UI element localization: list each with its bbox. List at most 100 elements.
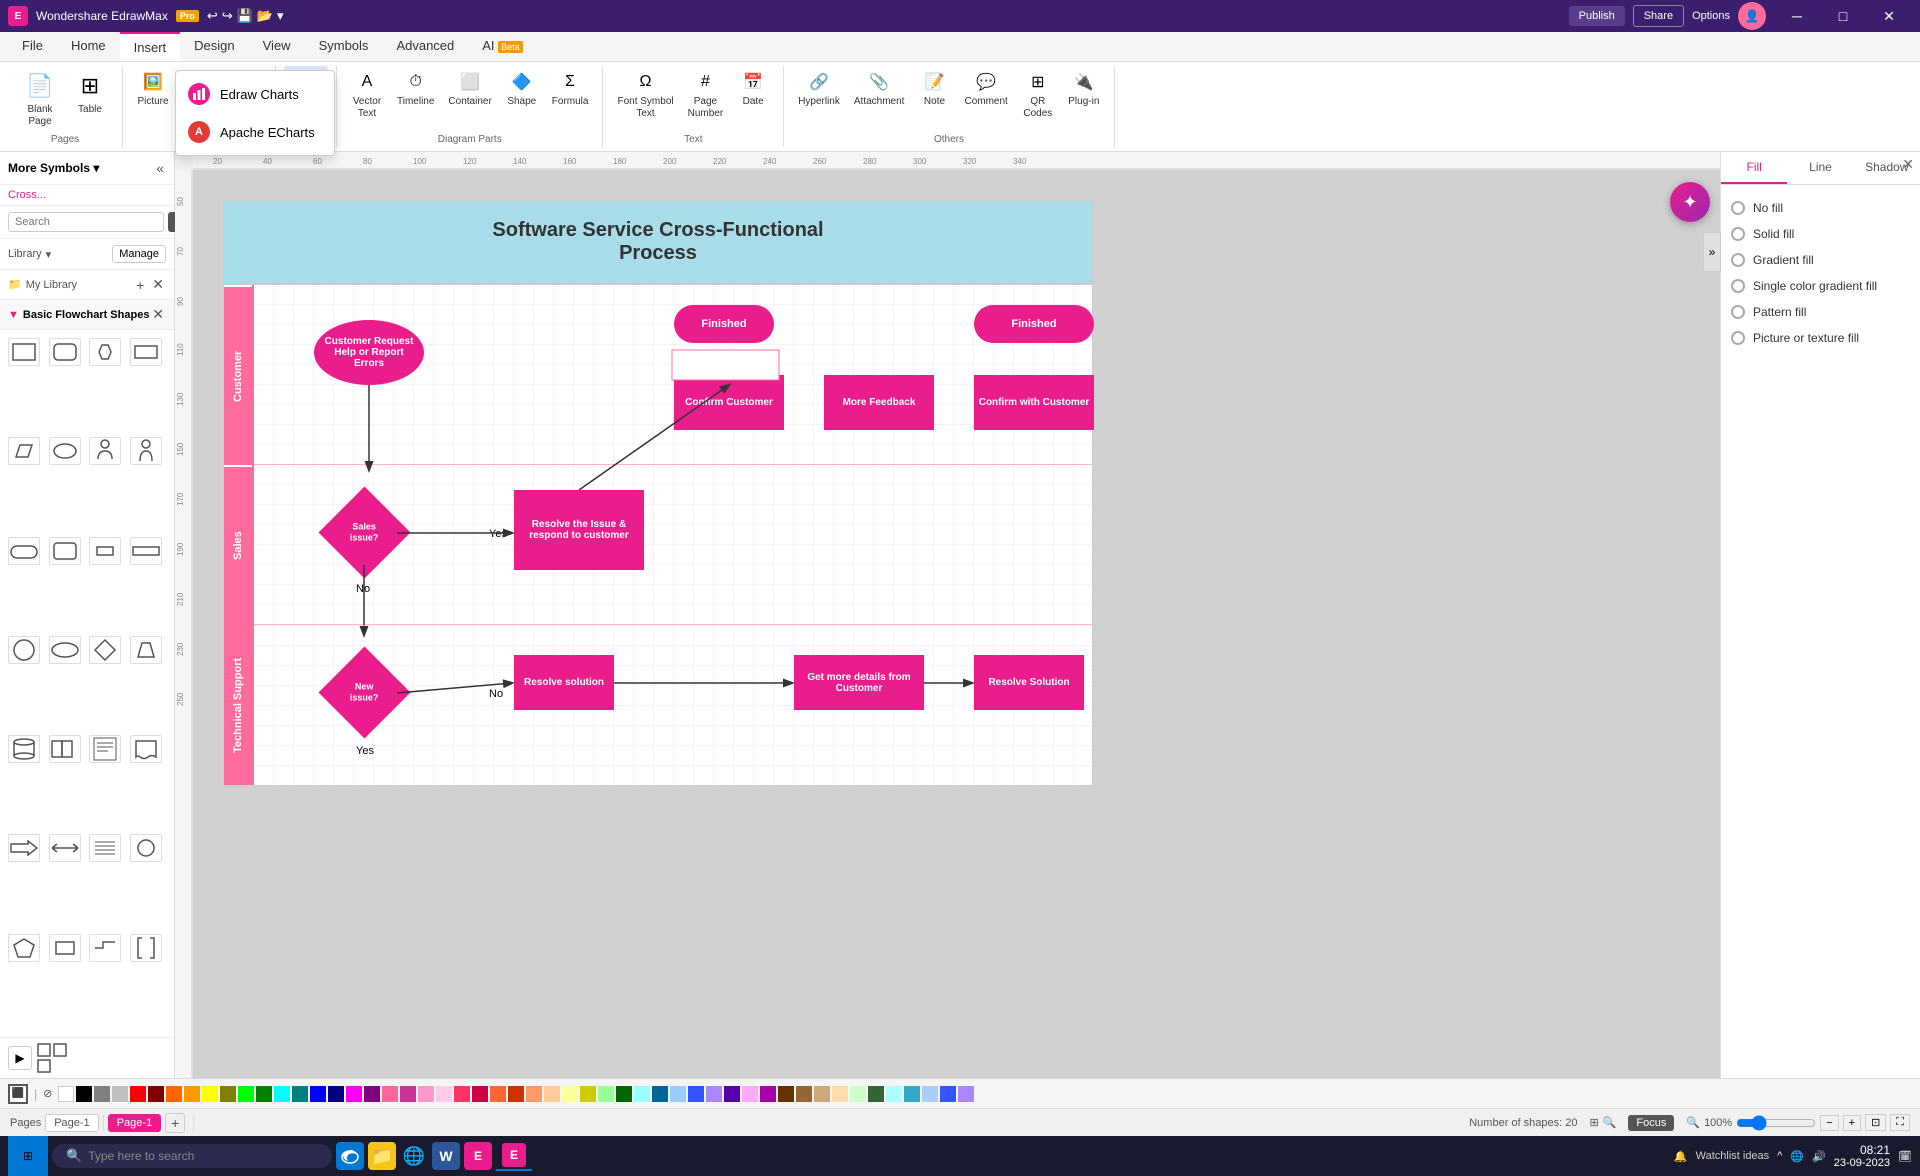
swatch-lavender[interactable]: [706, 1086, 722, 1102]
swatch-palegreen[interactable]: [850, 1086, 866, 1102]
date-button[interactable]: 📅 Date: [731, 66, 775, 112]
swatch-lightsteelblue[interactable]: [922, 1086, 938, 1102]
swatch-yellow[interactable]: [202, 1086, 218, 1102]
shape-parallelogram[interactable]: [8, 437, 40, 465]
apache-echarts-item[interactable]: A Apache ECharts: [176, 113, 334, 151]
picture-texture-radio[interactable]: [1731, 331, 1745, 345]
close-library-button[interactable]: ✕: [150, 274, 166, 295]
shape-person-outline[interactable]: [130, 437, 162, 465]
swatch-blue[interactable]: [310, 1086, 326, 1102]
publish-button[interactable]: Publish: [1569, 6, 1625, 26]
timeline-button[interactable]: ⏱ Timeline: [391, 66, 440, 112]
solid-fill-radio[interactable]: [1731, 227, 1745, 241]
swatch-pink4[interactable]: [436, 1086, 452, 1102]
transparent-swatch[interactable]: ⊘: [43, 1087, 52, 1100]
expand-left-icon[interactable]: ▶: [8, 1046, 32, 1070]
swatch-orchid2[interactable]: [760, 1086, 776, 1102]
swatch-silver[interactable]: [112, 1086, 128, 1102]
shape-bracket[interactable]: [130, 934, 162, 962]
taskbar-edge-icon[interactable]: [336, 1142, 364, 1170]
swatch-brown2[interactable]: [796, 1086, 812, 1102]
qr-codes-button[interactable]: ⊞ QRCodes: [1016, 66, 1060, 124]
shape-diamond-s[interactable]: [89, 636, 121, 664]
shape-circle[interactable]: [8, 636, 40, 664]
zoom-in-button[interactable]: +: [1843, 1115, 1861, 1131]
customer-request-shape[interactable]: Customer Request Help or Report Errors: [314, 320, 424, 385]
collapse-left-button[interactable]: «: [154, 158, 166, 178]
no-fill-option[interactable]: No fill: [1731, 195, 1910, 221]
tab-insert[interactable]: Insert: [120, 32, 181, 61]
swatch-teal[interactable]: [292, 1086, 308, 1102]
focus-button[interactable]: Focus: [1628, 1115, 1674, 1131]
swatch-red[interactable]: [130, 1086, 146, 1102]
swatch-skyblue[interactable]: [904, 1086, 920, 1102]
tab-home[interactable]: Home: [57, 32, 120, 61]
shape-ellipse[interactable]: [49, 636, 81, 664]
swatch-navy[interactable]: [328, 1086, 344, 1102]
swatch-white[interactable]: [58, 1086, 74, 1102]
add-page-button[interactable]: +: [165, 1113, 185, 1133]
edraw-charts-item[interactable]: Edraw Charts: [176, 75, 334, 113]
shape-wide-rect[interactable]: [130, 537, 162, 565]
shape-flow-line[interactable]: [89, 934, 121, 962]
tab-ai[interactable]: AI Beta: [468, 32, 536, 61]
finished-1-shape[interactable]: Finished: [674, 305, 774, 343]
swatch-tan1[interactable]: [814, 1086, 830, 1102]
options-button[interactable]: Options: [1692, 10, 1730, 22]
redo-button[interactable]: ↪: [222, 8, 233, 24]
swatch-rose2[interactable]: [472, 1086, 488, 1102]
watchlist-text[interactable]: Watchlist ideas: [1696, 1150, 1770, 1162]
shape-badge[interactable]: [8, 537, 40, 565]
shape-rectangle[interactable]: [8, 338, 40, 366]
pattern-fill-radio[interactable]: [1731, 305, 1745, 319]
my-library-item[interactable]: 📁 My Library + ✕: [0, 270, 174, 300]
open-button[interactable]: 📂: [257, 8, 273, 24]
gradient-fill-option[interactable]: Gradient fill: [1731, 247, 1910, 273]
tab-symbols[interactable]: Symbols: [305, 32, 383, 61]
swatch-coral1[interactable]: [490, 1086, 506, 1102]
maximize-button[interactable]: □: [1820, 0, 1866, 32]
taskbar-search[interactable]: 🔍 Type here to search: [52, 1144, 332, 1168]
swatch-cyan[interactable]: [274, 1086, 290, 1102]
notification-icon[interactable]: 🔔: [1674, 1150, 1688, 1163]
swatch-medblue[interactable]: [688, 1086, 704, 1102]
undo-button[interactable]: ↩: [207, 8, 218, 24]
swatch-lightcyan[interactable]: [634, 1086, 650, 1102]
swatch-yellow3[interactable]: [580, 1086, 596, 1102]
swatch-lime[interactable]: [238, 1086, 254, 1102]
vector-text-button[interactable]: A VectorText: [345, 66, 389, 124]
shape-rect-small[interactable]: [49, 934, 81, 962]
user-avatar[interactable]: 👤: [1738, 2, 1766, 30]
note-button[interactable]: 📝 Note: [912, 66, 956, 112]
container-button[interactable]: ⬜ Container: [442, 66, 497, 112]
shape-hexagon[interactable]: [89, 338, 121, 366]
swatch-gold[interactable]: [184, 1086, 200, 1102]
taskbar-chrome-icon[interactable]: 🌐: [400, 1142, 428, 1170]
color-picker-button[interactable]: ⬛: [8, 1084, 28, 1104]
swatch-pink2[interactable]: [400, 1086, 416, 1102]
swatch-pink3[interactable]: [418, 1086, 434, 1102]
shape-arrow-double[interactable]: [49, 834, 81, 862]
swatch-peach1[interactable]: [526, 1086, 542, 1102]
close-section-button[interactable]: ✕: [150, 304, 166, 325]
line-tab[interactable]: Line: [1787, 152, 1853, 184]
resolve-issue-shape[interactable]: Resolve the Issue & respond to customer: [514, 490, 644, 570]
swatch-royalblue[interactable]: [940, 1086, 956, 1102]
swatch-gray[interactable]: [94, 1086, 110, 1102]
more-button[interactable]: ▾: [277, 8, 284, 24]
picture-texture-option[interactable]: Picture or texture fill: [1731, 325, 1910, 351]
shape-rounded-rect[interactable]: [49, 338, 81, 366]
single-gradient-option[interactable]: Single color gradient fill: [1731, 273, 1910, 299]
shape-lines[interactable]: [89, 834, 121, 862]
page-number-button[interactable]: # PageNumber: [682, 66, 730, 124]
cross-link[interactable]: Cross...: [8, 189, 46, 201]
swatch-lightgreen[interactable]: [598, 1086, 614, 1102]
swatch-brown1[interactable]: [778, 1086, 794, 1102]
tab-file[interactable]: File: [8, 32, 57, 61]
shape-small-rect[interactable]: [89, 537, 121, 565]
notification-center-button[interactable]: 🗓: [1898, 1150, 1912, 1163]
table-button[interactable]: ⊞ Table: [66, 66, 114, 120]
save-button[interactable]: 💾: [237, 8, 253, 24]
taskbar-edraw-icon[interactable]: E: [464, 1142, 492, 1170]
swatch-pink1[interactable]: [382, 1086, 398, 1102]
